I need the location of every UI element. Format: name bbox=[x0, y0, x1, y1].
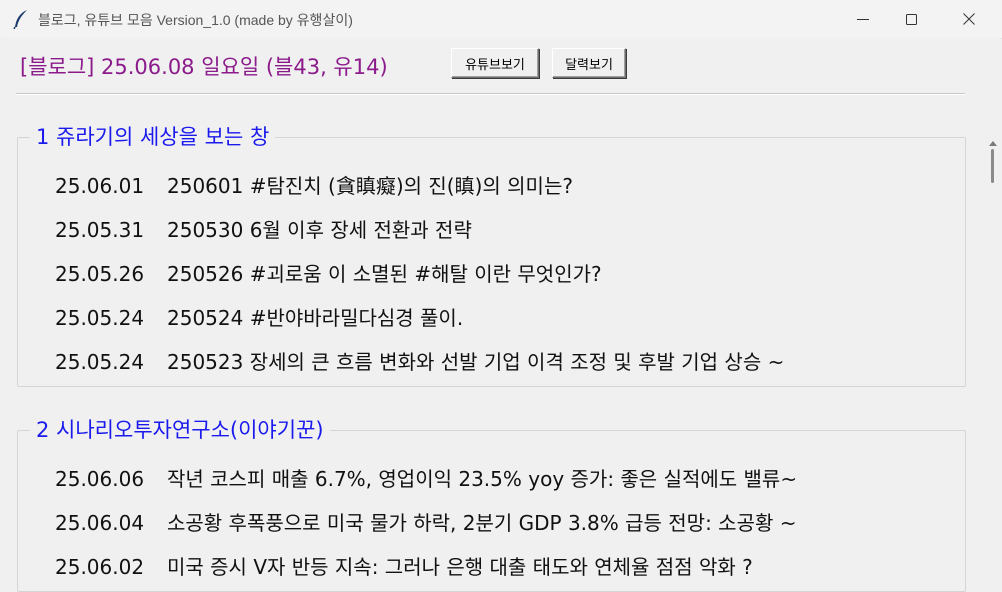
item-title: 250526 #괴로움 이 소멸된 #해탈 이란 무엇인가? bbox=[167, 262, 602, 286]
item-title: 250530 6월 이후 장세 전환과 전략 bbox=[167, 218, 472, 242]
item-title: 250601 #탐진치 (貪瞋癡)의 진(瞋)의 의미는? bbox=[167, 174, 573, 198]
title-bar: 블로그, 유튜브 모음 Version_1.0 (made by 유행살이) bbox=[0, 0, 1002, 39]
item-date: 25.06.01 bbox=[55, 174, 145, 198]
item-date: 25.05.24 bbox=[55, 306, 145, 330]
item-date: 25.05.24 bbox=[55, 350, 145, 374]
window-title: 블로그, 유튜브 모음 Version_1.0 (made by 유행살이) bbox=[38, 12, 353, 28]
main-window: [블로그] 25.06.08 일요일 (블43, 유14) 유튜브보기 달력보기… bbox=[1, 38, 1001, 592]
group-title: 1 쥬라기의 세상을 보는 창 bbox=[30, 121, 276, 151]
item-title: 미국 증시 V자 반등 지속: 그러나 은행 대출 태도와 연체율 점점 악화 … bbox=[167, 555, 753, 579]
list-item[interactable]: 25.05.24 250524 #반야바라밀다심경 풀이. bbox=[55, 302, 463, 331]
youtube-view-button[interactable]: 유튜브보기 bbox=[451, 48, 539, 78]
list-item[interactable]: 25.05.26 250526 #괴로움 이 소멸된 #해탈 이란 무엇인가? bbox=[55, 258, 602, 287]
item-date: 25.06.02 bbox=[55, 555, 145, 579]
minimize-icon bbox=[857, 19, 869, 20]
item-title: 250524 #반야바라밀다심경 풀이. bbox=[167, 306, 464, 330]
item-date: 25.06.04 bbox=[55, 511, 145, 535]
scroll-thumb[interactable] bbox=[991, 149, 994, 183]
triangle-up-icon[interactable] bbox=[989, 141, 997, 146]
item-title: 소공황 후폭풍으로 미국 물가 하락, 2분기 GDP 3.8% 급등 전망: … bbox=[167, 511, 797, 535]
minimize-button[interactable] bbox=[840, 0, 886, 38]
item-date: 25.05.31 bbox=[55, 218, 145, 242]
calendar-view-button[interactable]: 달력보기 bbox=[552, 48, 626, 78]
list-item[interactable]: 25.06.02 미국 증시 V자 반등 지속: 그러나 은행 대출 태도와 연체… bbox=[55, 551, 753, 580]
vertical-scrollbar[interactable] bbox=[984, 136, 1001, 562]
maximize-button[interactable] bbox=[888, 0, 934, 38]
blog-group-1: 1 쥬라기의 세상을 보는 창 25.06.01 250601 #탐진치 (貪瞋癡… bbox=[17, 121, 966, 387]
item-title: 250523 장세의 큰 흐름 변화와 선발 기업 이격 조정 및 후발 기업 … bbox=[167, 350, 785, 374]
group-title: 2 시나리오투자연구소(이야기꾼) bbox=[30, 414, 330, 444]
list-item[interactable]: 25.06.06 작년 코스피 매출 6.7%, 영업이익 23.5% yoy 증… bbox=[55, 463, 797, 492]
blog-group-2: 2 시나리오투자연구소(이야기꾼) 25.06.06 작년 코스피 매출 6.7%… bbox=[17, 414, 966, 592]
list-item[interactable]: 25.06.01 250601 #탐진치 (貪瞋癡)의 진(瞋)의 의미는? bbox=[55, 170, 573, 199]
list-item[interactable]: 25.05.31 250530 6월 이후 장세 전환과 전략 bbox=[55, 214, 472, 243]
feather-icon bbox=[12, 9, 30, 30]
maximize-icon bbox=[906, 14, 917, 25]
blog-summary-label: [블로그] 25.06.08 일요일 (블43, 유14) bbox=[20, 55, 388, 79]
item-title: 작년 코스피 매출 6.7%, 영업이익 23.5% yoy 증가: 좋은 실적… bbox=[167, 467, 798, 491]
close-icon bbox=[963, 13, 975, 25]
list-item[interactable]: 25.05.24 250523 장세의 큰 흐름 변화와 선발 기업 이격 조정 … bbox=[55, 346, 784, 375]
list-item[interactable]: 25.06.04 소공황 후폭풍으로 미국 물가 하락, 2분기 GDP 3.8%… bbox=[55, 507, 796, 536]
header-separator bbox=[16, 93, 965, 95]
item-date: 25.06.06 bbox=[55, 467, 145, 491]
item-date: 25.05.26 bbox=[55, 262, 145, 286]
close-button[interactable] bbox=[946, 0, 992, 38]
